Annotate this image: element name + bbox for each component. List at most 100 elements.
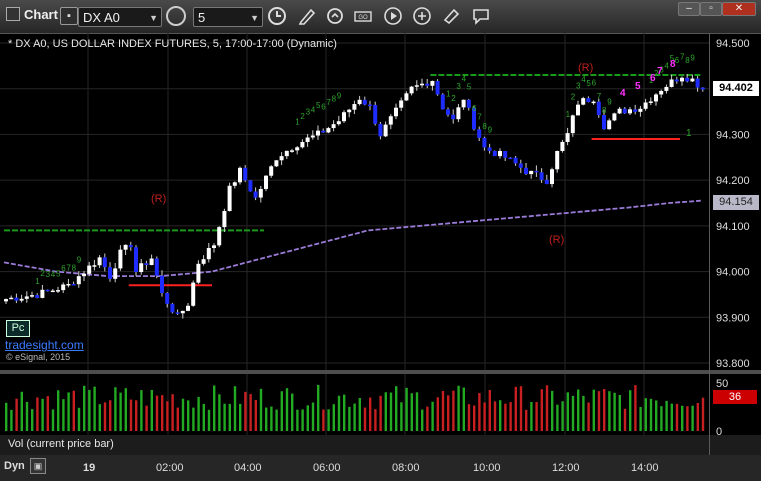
volume-bar (681, 405, 684, 431)
candle-body (680, 77, 684, 82)
volume-bar (98, 404, 101, 431)
refresh-icon[interactable] (324, 5, 346, 27)
candle-body (4, 299, 8, 302)
minimize-button[interactable]: – (678, 2, 700, 16)
site-link[interactable]: tradesight.com (5, 338, 84, 352)
pencil-icon[interactable] (296, 5, 318, 27)
candle-body (383, 124, 388, 137)
volume-bar (296, 409, 299, 431)
volume-bar (259, 388, 263, 431)
volume-bar (504, 403, 507, 431)
volume-bar (597, 391, 601, 431)
clock-icon[interactable] (266, 5, 288, 27)
volume-bar (400, 402, 403, 431)
message-icon[interactable] (470, 5, 492, 27)
candle-body (19, 298, 24, 301)
volume-bar (519, 386, 523, 431)
interval-combo[interactable]: 5 ▼ (193, 7, 263, 27)
volume-bar (488, 389, 491, 431)
candle-body (321, 130, 326, 133)
marker-icon[interactable] (440, 5, 462, 27)
time-tick: 08:00 (392, 462, 420, 474)
candle-body (186, 305, 190, 311)
maximize-button[interactable]: ▫ (700, 2, 722, 16)
volume-bar (129, 399, 133, 431)
settings-gear-icon[interactable] (166, 6, 186, 26)
ticker-icon[interactable]: GO (352, 5, 374, 27)
volume-bar (322, 409, 325, 431)
volume-bar (202, 403, 205, 431)
volume-bar (535, 402, 538, 431)
candle-body (368, 104, 372, 107)
volume-bar (161, 395, 164, 431)
close-button[interactable]: ✕ (722, 2, 756, 16)
volume-bar (540, 389, 543, 431)
sequence-count: 9 (488, 126, 493, 135)
lock-icon[interactable]: ▣ (30, 458, 46, 474)
candle-body (144, 263, 149, 265)
link-icon[interactable] (411, 5, 433, 27)
sequence-count: 2 (451, 94, 456, 103)
chart-title: * DX A0, US DOLLAR INDEX FUTURES, 5, 17:… (8, 38, 337, 50)
candle-body (30, 295, 34, 297)
candle-body (503, 150, 508, 158)
sequence-count: 1 (35, 277, 40, 286)
candle-body (357, 99, 362, 105)
candle-body (76, 276, 81, 285)
candle-body (414, 85, 419, 87)
candle-body (576, 104, 580, 116)
volume-bar (649, 398, 653, 431)
candle-body (290, 150, 294, 152)
candle-body (695, 78, 700, 88)
volume-bar (441, 390, 445, 431)
symbol-value: DX A0 (83, 10, 120, 25)
candle-body (71, 283, 76, 286)
volume-bar (140, 390, 143, 431)
volume-value-tag: 36 (713, 390, 757, 404)
link-toggle-icon[interactable]: ▪ (60, 7, 78, 25)
chart-window-icon (6, 7, 20, 21)
volume-bar (374, 409, 377, 431)
volume-bar (187, 400, 190, 431)
volume-bar (655, 400, 658, 431)
window-title-text: Chart (24, 7, 58, 22)
moving-average-tag: 94.154 (713, 195, 759, 210)
price-tick: 94.200 (716, 175, 750, 187)
candle-body (555, 151, 560, 170)
volume-bar (473, 405, 476, 431)
candle-body (570, 115, 575, 134)
volume-bar (395, 386, 398, 431)
candle-body (404, 93, 409, 101)
sequence-count: 5 (467, 83, 472, 92)
pc-badge[interactable]: Pc (6, 320, 30, 337)
volume-bar (478, 393, 481, 431)
candle-body (659, 90, 664, 95)
pane-separator[interactable] (0, 370, 761, 374)
candle-body (628, 109, 632, 114)
volume-bar (405, 387, 408, 431)
volume-bar (62, 399, 65, 431)
volume-bar (67, 392, 70, 431)
candle-body (513, 157, 518, 164)
volume-bar (389, 392, 393, 431)
candle-body (316, 130, 320, 136)
sequence-count: 9 (690, 53, 695, 62)
volume-bar (571, 395, 575, 431)
volume-bar (337, 395, 341, 431)
price-tick: 94.100 (716, 221, 750, 233)
volume-bar (701, 397, 705, 431)
symbol-combo[interactable]: DX A0 ▼ (78, 7, 162, 27)
volume-bar (436, 397, 439, 431)
play-icon[interactable] (382, 5, 404, 27)
resistance-label: (R) (151, 193, 166, 205)
candle-body (123, 244, 128, 250)
volume-bar (36, 397, 39, 431)
volume-bar (582, 395, 585, 431)
candle-body (66, 283, 71, 286)
candle-body (170, 303, 175, 313)
volume-bar (462, 387, 465, 431)
volume-bar (41, 398, 44, 431)
grid (0, 33, 709, 435)
dyn-label[interactable]: Dyn (4, 460, 25, 472)
volume-bar (171, 394, 174, 431)
